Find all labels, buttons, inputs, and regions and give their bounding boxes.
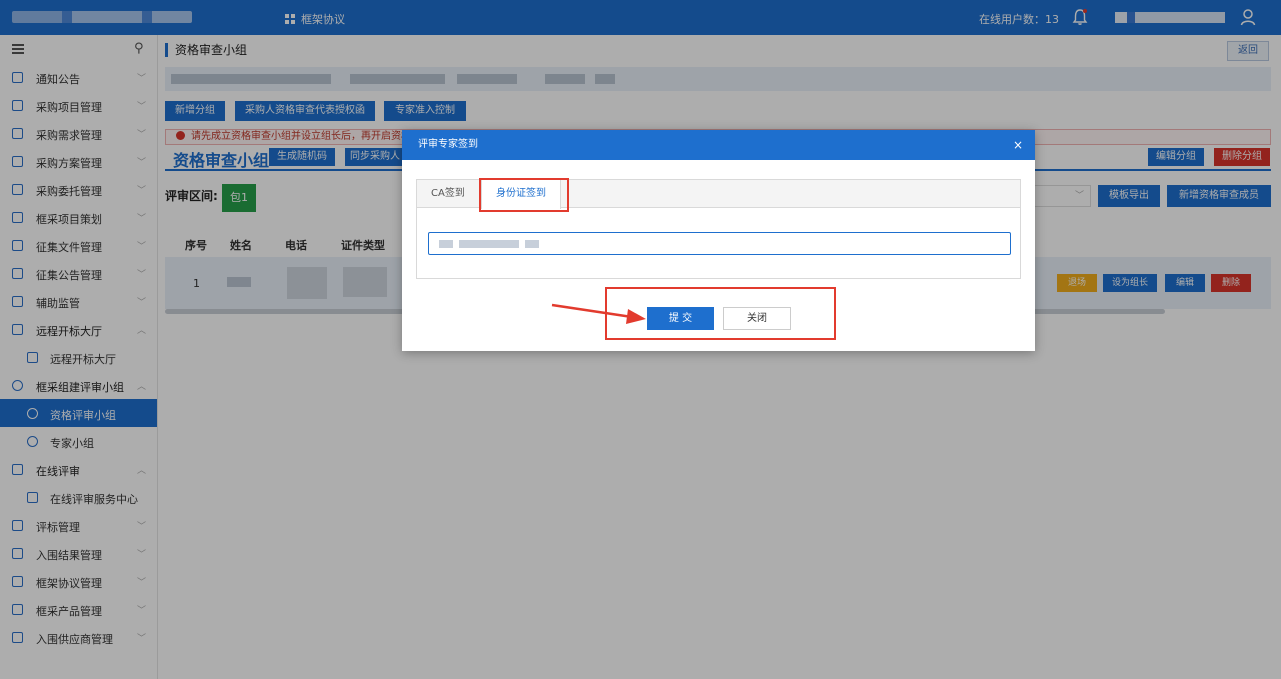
close-icon[interactable]: ×: [1013, 130, 1023, 160]
arrow-annotation: [551, 303, 646, 324]
modal-header: 评审专家签到 ×: [402, 130, 1035, 160]
idcard-input[interactable]: [428, 232, 1011, 255]
highlight-box-tab: [479, 178, 569, 212]
modal-title: 评审专家签到: [418, 139, 478, 150]
tab-ca-signin[interactable]: CA签到: [417, 180, 479, 208]
